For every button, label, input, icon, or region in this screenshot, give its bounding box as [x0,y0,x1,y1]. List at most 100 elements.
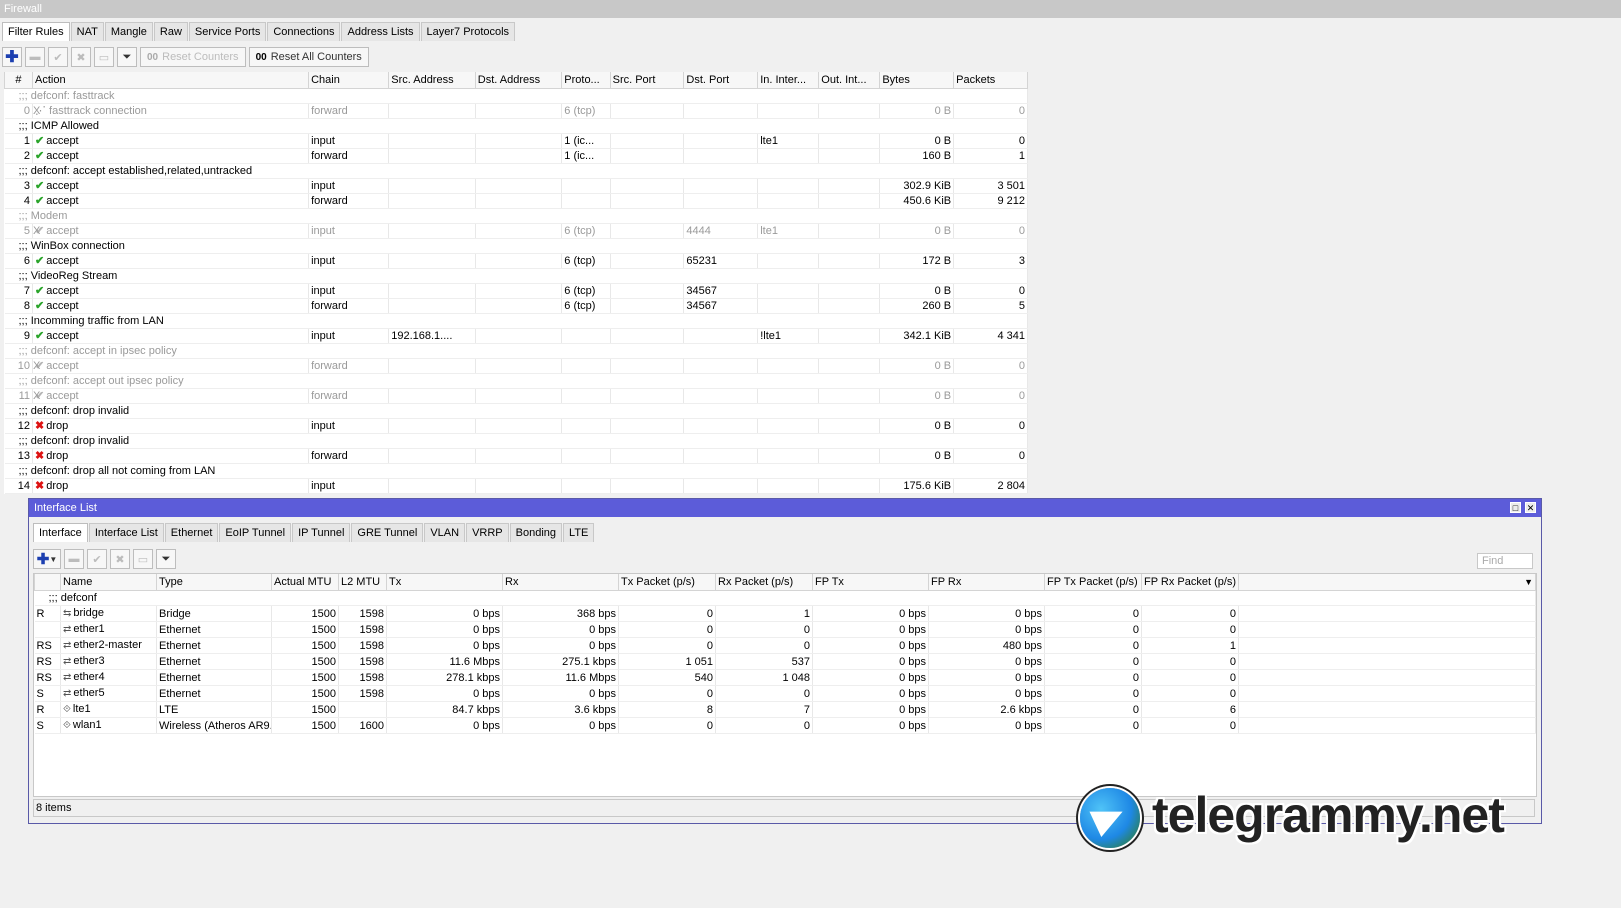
rule-row[interactable]: 6 ✔ accept input 6 (tcp) 65231 172 B3 [4,253,1028,269]
tab-interface[interactable]: Interface [33,523,88,542]
tab-vrrp[interactable]: VRRP [466,523,509,542]
rule-row[interactable]: 4 ✔ accept forward 450.6 KiB 9 212 [4,193,1028,209]
rule-row[interactable]: 10 X✔ accept forward 0 B0 [4,358,1028,374]
interface-row[interactable]: R ⇆ bridge Bridge 1500 1598 0 bps 368 bps 0 1 0 bp… [34,605,1536,622]
rule-row[interactable]: 8 ✔ accept forward 6 (tcp) 34567 260 B5 [4,298,1028,314]
tab-interface-list[interactable]: Interface List [88,523,164,542]
column-header[interactable]: # [4,72,33,89]
column-header[interactable]: Chain [308,72,390,89]
add-button[interactable]: ✚ [2,47,22,67]
interface-row[interactable]: RS ⇄ ether4 Ethernet 1500 1598 278.1 kbps 11.6 … [34,669,1536,686]
column-header[interactable]: Rx Packet (p/s) [715,574,813,591]
column-header[interactable]: Src. Address [388,72,476,89]
group-comment-row[interactable]: ;;; defconf [34,590,1536,606]
rule-comment-row[interactable]: ;;; Incomming traffic from LAN [4,313,1028,329]
interface-row[interactable]: ⇄ ether1 Ethernet 1500 1598 0 bps 0 bps 0 0 0 bps… [34,621,1536,638]
column-header[interactable]: In. Inter... [757,72,820,89]
comment-button[interactable]: ▭ [133,549,153,569]
rule-row[interactable]: 7 ✔ accept input 6 (tcp) 34567 0 B0 [4,283,1028,299]
tab-connections[interactable]: Connections [267,22,341,41]
rule-row[interactable]: 1 ✔ accept input 1 (ic... lte1 0 B0 [4,133,1028,149]
tab-address-lists[interactable]: Address Lists [341,22,420,41]
rule-comment-row[interactable]: ;;; defconf: accept in ipsec policy [4,343,1028,359]
tab-service-ports[interactable]: Service Ports [188,22,267,41]
column-header[interactable]: FP Rx Packet (p/s) [1141,574,1239,591]
rule-row[interactable]: 11 X✔ accept forward 0 B0 [4,388,1028,404]
rule-comment-row[interactable]: ;;; ICMP Allowed [4,118,1028,134]
rule-comment-row[interactable]: ;;; defconf: drop all not coming from LA… [4,463,1028,479]
column-header[interactable]: FP Tx [812,574,929,591]
rule-comment-row[interactable]: ;;; defconf: accept established,related,… [4,163,1028,179]
tab-ip-tunnel[interactable]: IP Tunnel [292,523,351,542]
column-header[interactable]: Proto... [561,72,611,89]
rule-comment-row[interactable]: ;;; defconf: fasttrack [4,88,1028,104]
tab-raw[interactable]: Raw [153,22,188,41]
column-header[interactable]: Out. Int... [818,72,881,89]
rule-comment-row[interactable]: ;;; WinBox connection [4,238,1028,254]
remove-button[interactable]: ▬ [25,47,45,67]
rule-row[interactable]: 5 X✔ accept input 6 (tcp) 4444 lte1 0 B0 [4,223,1028,239]
column-header[interactable]: Src. Port [609,72,685,89]
disable-button[interactable]: ✖ [71,47,91,67]
column-header[interactable]: Dst. Address [474,72,563,89]
column-header[interactable]: Actual MTU [271,574,339,591]
column-header[interactable]: Tx [386,574,503,591]
interface-row[interactable]: RS ⇄ ether3 Ethernet 1500 1598 11.6 Mbps 275.1 … [34,653,1536,670]
rule-comment-row[interactable]: ;;; Modem [4,208,1028,224]
rule-comment-row[interactable]: ;;; defconf: accept out ipsec policy [4,373,1028,389]
rule-comment-row[interactable]: ;;; VideoReg Stream [4,268,1028,284]
rule-row[interactable]: 14 ✖ drop input 175.6 KiB 2 804 [4,478,1028,494]
find-input[interactable]: Find [1477,553,1533,569]
rule-packets: 2 804 [953,478,1028,494]
tab-nat[interactable]: NAT [70,22,104,41]
column-header[interactable]: L2 MTU [338,574,387,591]
enable-button[interactable]: ✔ [48,47,68,67]
filter-button[interactable]: ⏷ [117,47,137,67]
tab-filter-rules[interactable]: Filter Rules [2,22,70,41]
column-header[interactable]: Type [156,574,272,591]
rule-comment-row[interactable]: ;;; defconf: drop invalid [4,433,1028,449]
rule-proto: 6 (tcp) [561,223,611,239]
column-header[interactable]: Tx Packet (p/s) [618,574,716,591]
rule-row[interactable]: 3 ✔ accept input 302.9 KiB 3 501 [4,178,1028,194]
rule-row[interactable]: 13 ✖ drop forward 0 B0 [4,448,1028,464]
column-header[interactable] [34,574,61,591]
rule-row[interactable]: 12 ✖ drop input 0 B0 [4,418,1028,434]
column-header[interactable]: Dst. Port [683,72,759,89]
reset-counters-button[interactable]: 00 Reset Counters [140,47,246,67]
remove-button[interactable]: ▬ [64,549,84,569]
column-header[interactable]: Name [60,574,157,591]
interface-row[interactable]: R ⟐ lte1 LTE 1500 84.7 kbps 3.6 kbps 8 7 0 bps 2.6… [34,701,1536,718]
tab-bonding[interactable]: Bonding [509,523,563,542]
maximize-button[interactable]: □ [1510,502,1521,513]
interface-list-title-bar[interactable]: Interface List □ ✕ [29,499,1541,517]
column-header[interactable]: Bytes [879,72,955,89]
tab-eoip-tunnel[interactable]: EoIP Tunnel [219,523,292,542]
column-header[interactable]: Action [31,72,310,89]
close-button[interactable]: ✕ [1525,502,1536,513]
column-header[interactable]: Rx [502,574,619,591]
enable-button[interactable]: ✔ [87,549,107,569]
tab-ethernet[interactable]: Ethernet [164,523,219,542]
tab-gre-tunnel[interactable]: GRE Tunnel [351,523,424,542]
add-dropdown-button[interactable]: ✚ ▼ [33,549,61,569]
filter-button[interactable]: ⏷ [156,549,176,569]
rule-row[interactable]: 9 ✔ accept input 192.168.1.... !lte1 342.1 KiB… [4,328,1028,344]
column-header[interactable]: FP Tx Packet (p/s) [1044,574,1142,591]
interface-row[interactable]: S ⟐ wlan1 Wireless (Atheros AR9... 1500 1600 0… [34,717,1536,734]
comment-button[interactable]: ▭ [94,47,114,67]
tab-layer7-protocols[interactable]: Layer7 Protocols [420,22,516,41]
reset-all-counters-button[interactable]: 00 Reset All Counters [248,47,369,67]
tab-lte[interactable]: LTE [563,523,595,542]
column-chooser-button[interactable]: ▼ [1238,574,1536,591]
disable-button[interactable]: ✖ [110,549,130,569]
interface-row[interactable]: S ⇄ ether5 Ethernet 1500 1598 0 bps 0 bps 0 0 0 bp… [34,685,1536,702]
rule-row[interactable]: 2 ✔ accept forward 1 (ic... 160 B1 [4,148,1028,164]
rule-row[interactable]: 0 X⋰ fasttrack connection forward 6 (tcp) 0 … [4,103,1028,119]
rule-comment-row[interactable]: ;;; defconf: drop invalid [4,403,1028,419]
tab-vlan[interactable]: VLAN [424,523,466,542]
column-header[interactable]: FP Rx [928,574,1045,591]
tab-mangle[interactable]: Mangle [104,22,153,41]
interface-row[interactable]: RS ⇄ ether2-master Ethernet 1500 1598 0 bps 0 b… [34,637,1536,654]
column-header[interactable]: Packets [953,72,1028,89]
